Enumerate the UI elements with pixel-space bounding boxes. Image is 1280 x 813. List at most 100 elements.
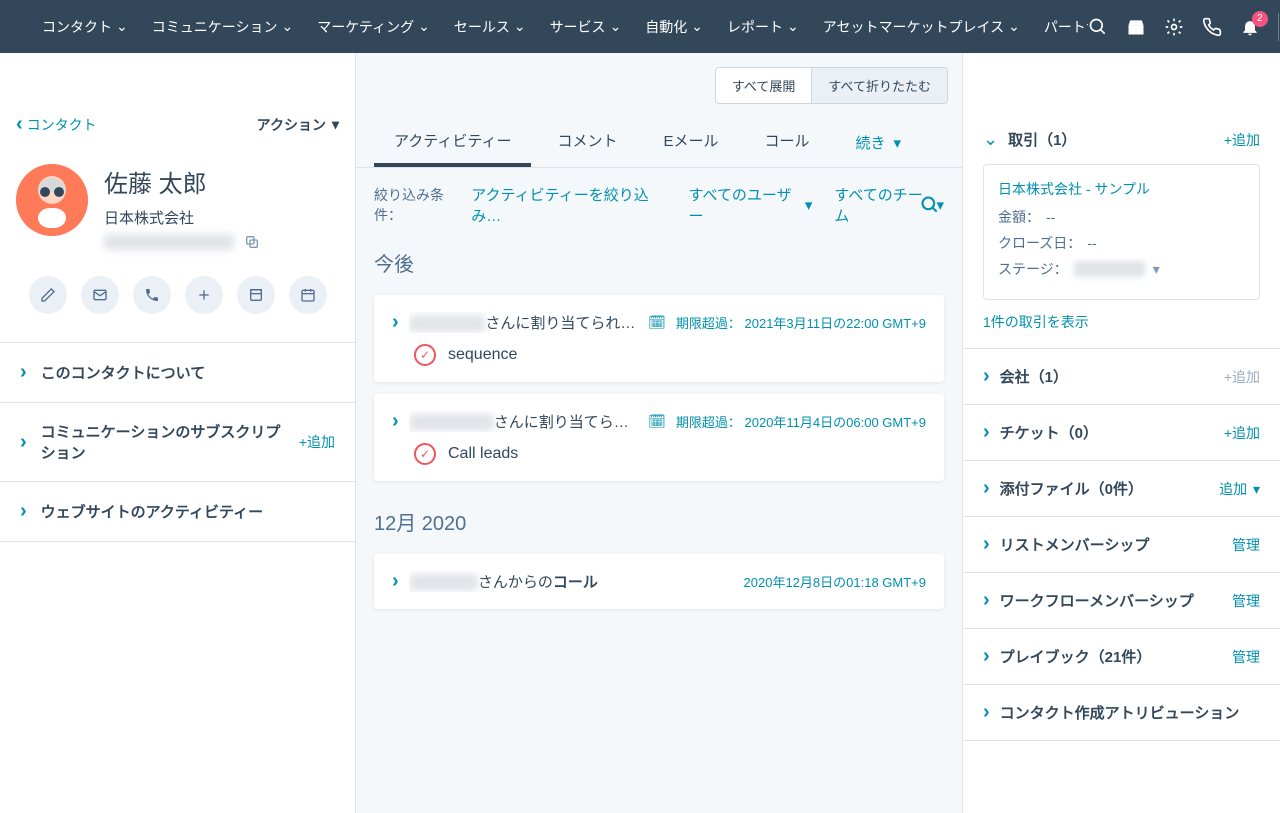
chevron-down-icon: ⌄ — [983, 129, 998, 150]
timestamp: 2020年12月8日の01:18 GMT+9 — [744, 572, 926, 591]
add-deal[interactable]: +追加 — [1224, 130, 1260, 150]
nav-automation[interactable]: 自動化 — [635, 11, 713, 43]
tab-call[interactable]: コール — [744, 118, 829, 167]
section-upcoming: 今後 — [356, 242, 962, 283]
chevron-right-icon — [392, 410, 399, 433]
contact-avatar — [16, 164, 88, 236]
deal-name[interactable]: 日本株式会社 - サンプル — [998, 179, 1245, 199]
card-title: Xxxx Xxxxxさんに割り当てられた手動E… — [409, 312, 638, 333]
nav-marketplace[interactable]: アセットマーケットプレイス — [813, 11, 1030, 43]
actions-dropdown[interactable]: アクション ▾ — [257, 115, 339, 135]
tab-activity[interactable]: アクティビティー — [374, 118, 531, 167]
task-check-icon[interactable]: ✓ — [414, 443, 436, 465]
nav-items: コンタクト コミュニケーション マーケティング セールス サービス 自動化 レポ… — [32, 11, 1088, 43]
activity-card[interactable]: Xxxx Xxxxさんからのコール 2020年12月8日の01:18 GMT+9 — [374, 554, 944, 609]
chevron-right-icon — [20, 431, 27, 454]
card-subtitle: Call leads — [448, 445, 518, 463]
expand-collapse-group: すべて展開 すべて折りたたむ — [715, 67, 948, 104]
add-subscription[interactable]: +追加 — [299, 432, 335, 452]
show-deals[interactable]: 1件の取引を表示 — [983, 312, 1260, 332]
nav-contacts[interactable]: コンタクト — [32, 11, 138, 43]
notification-badge: 2 — [1252, 11, 1268, 27]
accordion-about[interactable]: このコンタクトについて — [0, 342, 355, 402]
activity-tabs: アクティビティー コメント Eメール コール 続き▾ — [356, 118, 962, 168]
chevron-right-icon — [983, 645, 990, 668]
chevron-right-icon — [983, 701, 990, 724]
nav-marketing[interactable]: マーケティング — [307, 11, 440, 43]
manage-playbooks[interactable]: 管理 — [1232, 647, 1260, 667]
chevron-right-icon — [983, 365, 990, 388]
tickets-header[interactable]: チケット（0）+追加 — [983, 421, 1260, 444]
section-december: 12月 2020 — [356, 501, 962, 542]
add-company[interactable]: +追加 — [1224, 367, 1260, 387]
meeting-button[interactable] — [289, 276, 327, 314]
chevron-right-icon — [20, 500, 27, 523]
activity-card[interactable]: Xxxx Xxxxxさんに割り当てられた手動E… 🗓 期限超過： 2021年3月… — [374, 295, 944, 382]
tab-more[interactable]: 続き▾ — [836, 118, 922, 167]
task-check-icon[interactable]: ✓ — [414, 344, 436, 366]
add-attachment[interactable]: 追加 ▾ — [1219, 479, 1260, 499]
card-title: Xxxx Xxxxさんからのコール — [409, 571, 734, 592]
card-title: Xxxxxxxxxxxさんに割り当てられたタ… — [409, 411, 638, 432]
nav-reports[interactable]: レポート — [717, 11, 809, 43]
add-button[interactable] — [185, 276, 223, 314]
collapse-all-button[interactable]: すべて折りたたむ — [812, 67, 948, 104]
workflow-membership-header[interactable]: ワークフローメンバーシップ管理 — [983, 589, 1260, 612]
bell-icon[interactable]: 2 — [1240, 17, 1260, 37]
filter-users[interactable]: すべてのユーザー ▾ — [689, 184, 813, 226]
attribution-header[interactable]: コンタクト作成アトリビューション — [983, 701, 1260, 724]
chevron-right-icon — [983, 477, 990, 500]
manage-lists[interactable]: 管理 — [1232, 535, 1260, 555]
deals-header[interactable]: ⌄ 取引（1） +追加 — [983, 129, 1260, 150]
deal-card[interactable]: 日本株式会社 - サンプル 金額：-- クローズ日： -- ステージ：xxxxx… — [983, 164, 1260, 300]
log-button[interactable] — [237, 276, 275, 314]
chevron-right-icon — [392, 311, 399, 334]
card-subtitle: sequence — [448, 346, 517, 364]
note-button[interactable] — [29, 276, 67, 314]
add-ticket[interactable]: +追加 — [1224, 423, 1260, 443]
expand-all-button[interactable]: すべて展開 — [715, 67, 813, 104]
calendar-icon: 🗓 — [648, 314, 666, 331]
accordion-subscription[interactable]: コミュニケーションのサブスクリプション +追加 — [0, 402, 355, 481]
filter-activity[interactable]: アクティビティーを絞り込み… — [471, 184, 666, 226]
chevron-right-icon — [392, 570, 399, 593]
tab-comment[interactable]: コメント — [537, 118, 637, 167]
contact-action-row — [0, 262, 355, 342]
overdue-label: 期限超過： 2020年11月4日の06:00 GMT+9 — [676, 412, 926, 431]
attachments-header[interactable]: 添付ファイル（0件）追加 ▾ — [983, 477, 1260, 500]
overdue-label: 期限超過： 2021年3月11日の22:00 GMT+9 — [676, 313, 926, 332]
playbooks-header[interactable]: プレイブック（21件）管理 — [983, 645, 1260, 668]
manage-workflows[interactable]: 管理 — [1232, 591, 1260, 611]
gear-icon[interactable] — [1164, 17, 1184, 37]
nav-right: 2 — [1088, 12, 1280, 42]
nav-communication[interactable]: コミュニケーション — [142, 11, 303, 43]
chevron-right-icon — [983, 533, 990, 556]
contact-email-masked: xxxxxxxxx@xxxx.xxx — [104, 234, 234, 250]
divider — [1278, 13, 1279, 41]
nav-service[interactable]: サービス — [540, 11, 632, 43]
chevron-right-icon — [983, 589, 990, 612]
call-button[interactable] — [133, 276, 171, 314]
search-icon[interactable] — [1088, 17, 1108, 37]
left-column: コンタクト アクション ▾ 佐藤 太郎 日本株式会社 xxxxxxxxx@xxx… — [0, 53, 356, 813]
chevron-right-icon — [20, 361, 27, 384]
nav-partner[interactable]: パートナー — [1034, 11, 1088, 43]
tab-email[interactable]: Eメール — [643, 118, 738, 167]
copy-icon[interactable] — [244, 234, 260, 250]
chevron-right-icon — [983, 421, 990, 444]
search-icon[interactable] — [920, 195, 940, 215]
activity-card[interactable]: Xxxxxxxxxxxさんに割り当てられたタ… 🗓 期限超過： 2020年11月… — [374, 394, 944, 481]
calendar-icon: 🗓 — [648, 413, 666, 430]
contact-name: 佐藤 太郎 — [104, 164, 260, 199]
top-nav: コンタクト コミュニケーション マーケティング セールス サービス 自動化 レポ… — [0, 0, 1280, 53]
accordion-website-activity[interactable]: ウェブサイトのアクティビティー — [0, 481, 355, 542]
filter-row: 絞り込み条件： アクティビティーを絞り込み… すべてのユーザー ▾ すべてのチー… — [356, 168, 962, 242]
marketplace-icon[interactable] — [1126, 17, 1146, 37]
nav-sales[interactable]: セールス — [444, 11, 536, 43]
companies-header[interactable]: 会社（1）+追加 — [983, 365, 1260, 388]
back-to-contacts[interactable]: コンタクト — [16, 113, 97, 136]
email-button[interactable] — [81, 276, 119, 314]
list-membership-header[interactable]: リストメンバーシップ管理 — [983, 533, 1260, 556]
phone-icon[interactable] — [1202, 17, 1222, 37]
contact-company: 日本株式会社 — [104, 207, 260, 228]
